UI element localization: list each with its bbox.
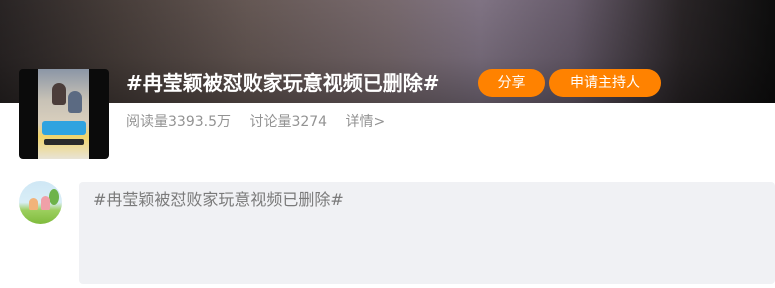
topic-thumbnail[interactable] (19, 69, 109, 159)
read-count: 阅读量3393.5万 (126, 114, 231, 130)
avatar[interactable] (19, 181, 62, 224)
post-composer[interactable]: #冉莹颖被怼败家玩意视频已删除# (79, 182, 775, 284)
thumbnail-image (38, 69, 89, 159)
discussion-count: 讨论量3274 (249, 114, 328, 130)
details-link[interactable]: 详情> (346, 114, 386, 130)
topic-stats: 阅读量3393.5万 讨论量3274 详情> (126, 112, 399, 132)
avatar-figure (41, 196, 50, 210)
apply-host-button[interactable]: 申请主持人 (549, 69, 661, 97)
share-button[interactable]: 分享 (478, 69, 545, 97)
avatar-figure (29, 198, 38, 210)
composer-text: #冉莹颖被怼败家玩意视频已删除# (93, 190, 344, 209)
avatar-tree (49, 189, 59, 205)
thumbnail-caption-strip (44, 139, 84, 145)
thumbnail-figure (68, 91, 82, 113)
thumbnail-sign (42, 121, 86, 135)
topic-title: #冉莹颖被怼败家玩意视频已删除# (126, 71, 440, 95)
thumbnail-figure (52, 83, 66, 105)
